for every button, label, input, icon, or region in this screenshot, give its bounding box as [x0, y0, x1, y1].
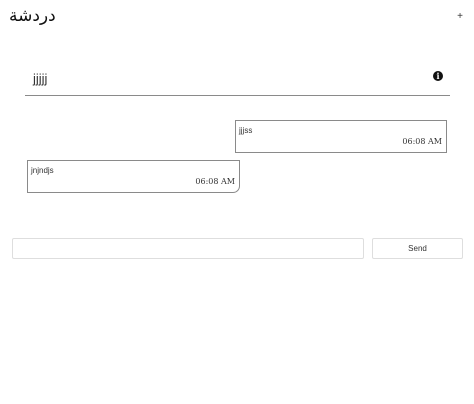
message-text: jjjss — [239, 126, 253, 135]
contact-name: jjjjj — [33, 71, 48, 86]
outgoing-message: jjjss 06:08 AM — [235, 120, 447, 153]
message-input[interactable] — [12, 238, 364, 259]
info-icon[interactable]: i — [433, 71, 443, 81]
send-button[interactable]: Send — [372, 238, 463, 259]
message-time: 06:08 AM — [195, 177, 235, 186]
chat-header: jjjjj i — [25, 61, 450, 96]
message-time: 06:08 AM — [402, 137, 442, 146]
incoming-message: jnjndjs 06:08 AM — [27, 160, 240, 193]
message-text: jnjndjs — [31, 166, 54, 175]
page-title: دردشة — [9, 6, 56, 26]
add-icon[interactable]: + — [456, 12, 464, 22]
